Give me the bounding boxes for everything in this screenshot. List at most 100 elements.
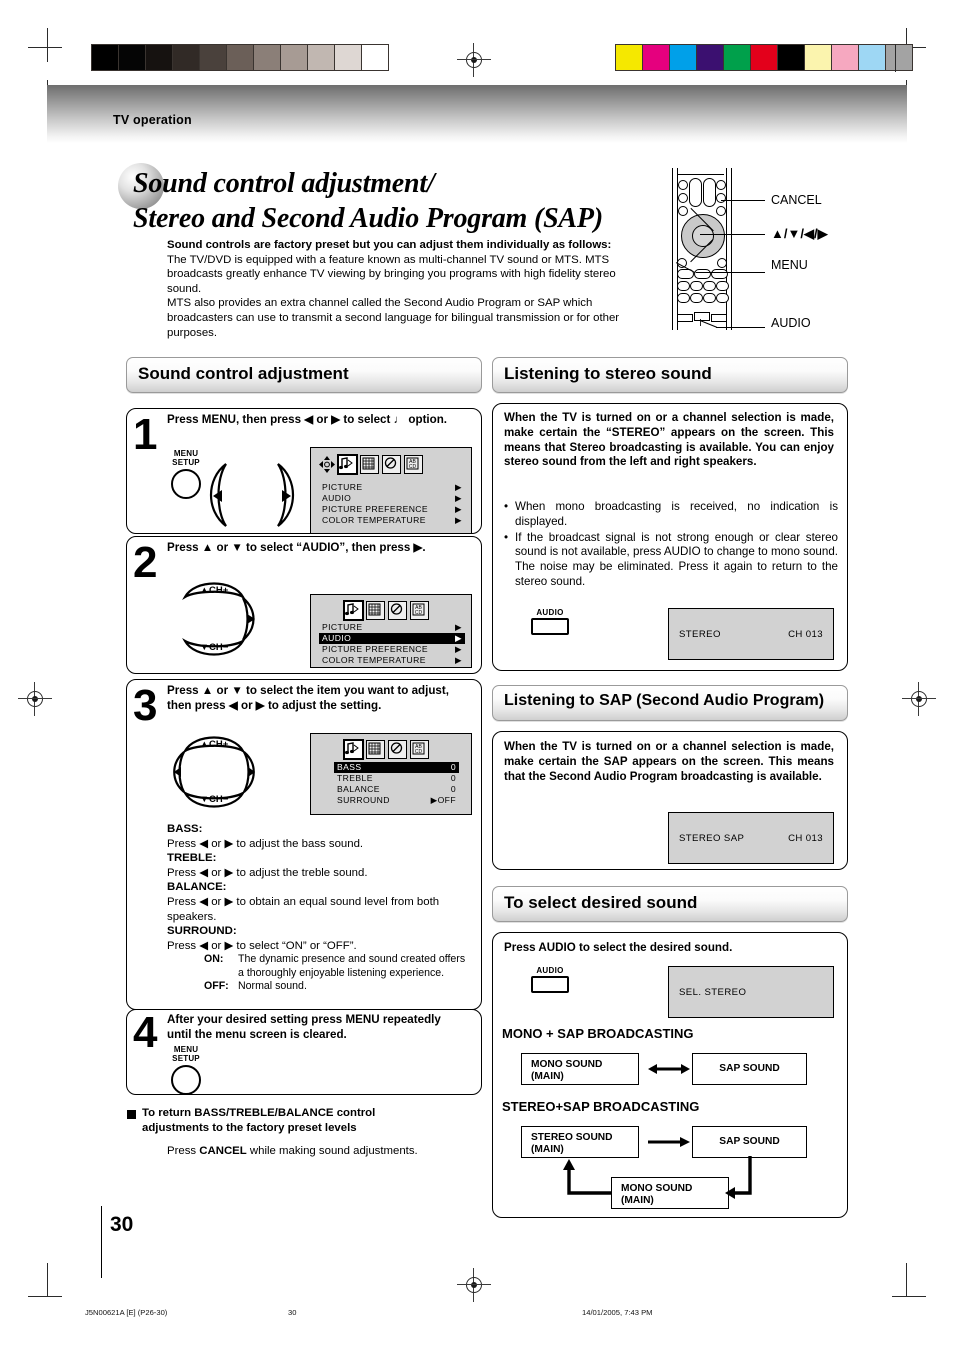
caption-menu-icon: AB CD <box>410 601 429 620</box>
callout-line-audio <box>716 327 765 329</box>
remote-row2-key2 <box>690 281 703 291</box>
stereo-panel-bold-text: When the TV is turned on or a channel se… <box>504 411 834 469</box>
mono-sap-heading: MONO + SAP BROADCASTING <box>502 1026 694 1041</box>
osd-menu-row[interactable]: BALANCE 0 <box>334 784 459 795</box>
adjust-term: TREBLE: <box>167 852 217 865</box>
osd-menu-row-value: ▶ <box>454 504 462 514</box>
step-2-osd-rows: PICTURE ▶ AUDIO ▶ PICTURE PREFERENCE ▶ COLOR T… <box>319 622 465 666</box>
callout-line-menu <box>696 272 765 274</box>
stereo-sap-heading: STEREO+SAP BROADCASTING <box>502 1099 700 1114</box>
surround-option-key: ON: <box>204 953 224 966</box>
caption-menu-icon: AB CD <box>410 740 429 759</box>
step-1-number: 1 <box>133 410 158 459</box>
select-panel-osd-text: SEL. STEREO <box>679 987 747 998</box>
audio-menu-icon <box>343 739 364 760</box>
page-title-line2: Stereo and Second Audio Program (SAP) <box>133 203 603 234</box>
mono-sap-box-sap-line1: SAP SOUND <box>719 1063 780 1074</box>
section-header-listening-stereo: Listening to stereo sound <box>492 357 848 393</box>
stereo-sap-box-stereo: STEREO SOUND (MAIN) <box>521 1126 639 1158</box>
remote-bottom-key-left <box>677 314 693 322</box>
stereo-panel-bullet: • When mono broadcasting is received, no … <box>504 500 838 530</box>
osd-menu-row[interactable]: AUDIO ▶ <box>319 493 465 504</box>
section-header-select-sound-label: To select desired sound <box>504 893 698 912</box>
osd-menu-row[interactable]: COLOR TEMPERATURE ▶ <box>319 515 465 526</box>
colorbar-swatch <box>146 45 173 70</box>
section-header-listening-sap: Listening to SAP (Second Audio Program) <box>492 685 848 721</box>
osd-menu-row-value: ▶ <box>454 633 462 643</box>
osd-menu-row-label: AUDIO <box>322 493 352 503</box>
osd-menu-row-value: 0 <box>450 762 456 772</box>
select-panel-audio-key-label: AUDIO <box>536 966 564 975</box>
registration-mark-bottom <box>457 1268 491 1302</box>
osd-menu-row[interactable]: PICTURE PREFERENCE ▶ <box>319 644 465 655</box>
remote-row3-key1 <box>677 293 690 303</box>
osd-menu-row[interactable]: PICTURE ▶ <box>319 482 465 493</box>
callout-line-cancel <box>721 200 765 202</box>
osd-menu-row-value: ▶ <box>454 482 462 492</box>
svg-text:CD: CD <box>415 749 423 755</box>
step-1-left-arrow-key <box>209 463 227 527</box>
step-3-osd-screen: AB CD BASS 0 TREBLE 0 BALANCE 0 SURROUND ▶OFF <box>310 733 472 815</box>
stereo-panel-bullet-text: If the broadcast signal is not strong en… <box>515 530 838 588</box>
osd-menu-row[interactable]: COLOR TEMPERATURE ▶ <box>319 655 465 666</box>
colorbar-swatch <box>281 45 308 70</box>
osd-menu-row-value: ▶ <box>454 655 462 665</box>
callout-label-dpad-arrows: ▲/▼/◀/▶ <box>771 226 828 241</box>
stereo-panel-bullet-text: When mono broadcasting is received, no i… <box>515 500 838 528</box>
osd-menu-row-label: BASS <box>337 762 362 772</box>
sap-panel-osd-right: CH 013 <box>788 833 823 844</box>
colorbar-swatch <box>335 45 362 70</box>
osd-menu-row-value: 0 <box>450 784 456 794</box>
colorbar-swatch <box>832 45 859 70</box>
remote-button-tr1 <box>716 180 726 190</box>
osd-menu-row[interactable]: BASS 0 <box>334 762 459 773</box>
remote-button-tr3 <box>716 206 726 216</box>
step-2-osd-icon-row: AB CD <box>343 600 429 621</box>
colorbar-swatch <box>724 45 751 70</box>
reset-note-heading: To return BASS/TREBLE/BALANCE control ad… <box>142 1107 376 1134</box>
stereo-panel-bullet: • If the broadcast signal is not strong e… <box>504 531 838 590</box>
reset-note-body-bold: CANCEL <box>199 1145 247 1157</box>
osd-menu-row[interactable]: PICTURE PREFERENCE ▶ <box>319 504 465 515</box>
stereo-sap-loop-arrows <box>563 1156 752 1199</box>
adjust-descriptions-list: BASS: Press ◀ or ▶ to adjust the bass sou… <box>167 822 472 994</box>
adjust-term: BASS: <box>167 823 203 835</box>
svg-text:CD: CD <box>409 464 417 470</box>
stereo-panel-audio-key: AUDIO <box>528 608 572 635</box>
step-4-number: 4 <box>133 1008 158 1057</box>
colorbar-edge-rule <box>895 44 897 72</box>
remote-button-cancel <box>716 193 726 203</box>
stereo-panel-osd-left: STEREO <box>679 629 721 640</box>
step-4-text: After your desired setting press MENU re… <box>167 1013 441 1041</box>
osd-menu-row-value: ▶OFF <box>430 795 456 805</box>
remote-oval-right <box>703 178 716 207</box>
osd-menu-row[interactable]: SURROUND ▶OFF <box>334 795 459 806</box>
process-colorbar <box>615 44 913 71</box>
osd-menu-row-label: COLOR TEMPERATURE <box>322 655 426 665</box>
stereo-sap-box-stereo-line2: (MAIN) <box>531 1144 564 1156</box>
osd-menu-row-label: AUDIO <box>322 633 352 643</box>
osd-menu-row-label: TREBLE <box>337 773 373 783</box>
reset-note-body-post: while making sound adjustments. <box>246 1145 418 1157</box>
channel-menu-icon <box>366 740 385 759</box>
osd-menu-row-value: 0 <box>450 773 456 783</box>
colorbar-swatch <box>92 45 119 70</box>
callout-label-cancel: CANCEL <box>771 193 822 207</box>
remote-row1-key3 <box>711 269 728 279</box>
mono-sap-box-sap: SAP SOUND <box>692 1053 807 1085</box>
osd-menu-row-label: COLOR TEMPERATURE <box>322 515 426 525</box>
select-panel-audio-key: AUDIO <box>528 966 572 993</box>
stereo-panel-bullets: • When mono broadcasting is received, no … <box>504 500 838 591</box>
osd-menu-row-label: PICTURE PREFERENCE <box>322 504 429 514</box>
callout-label-audio: AUDIO <box>771 316 811 330</box>
colorbar-swatch <box>751 45 778 70</box>
section-header-sound-control-label: Sound control adjustment <box>138 364 349 383</box>
footer-doc-code: J5N00621A [E] (P26-30) <box>85 1308 168 1317</box>
select-panel-osd-screen: SEL. STEREO <box>668 966 834 1018</box>
section-header-listening-stereo-label: Listening to stereo sound <box>504 364 712 383</box>
osd-menu-row[interactable]: TREBLE 0 <box>334 773 459 784</box>
osd-menu-row[interactable]: PICTURE ▶ <box>319 622 465 633</box>
page-number-rule <box>101 1206 103 1278</box>
colorbar-swatch <box>254 45 281 70</box>
osd-menu-row[interactable]: AUDIO ▶ <box>319 633 465 644</box>
